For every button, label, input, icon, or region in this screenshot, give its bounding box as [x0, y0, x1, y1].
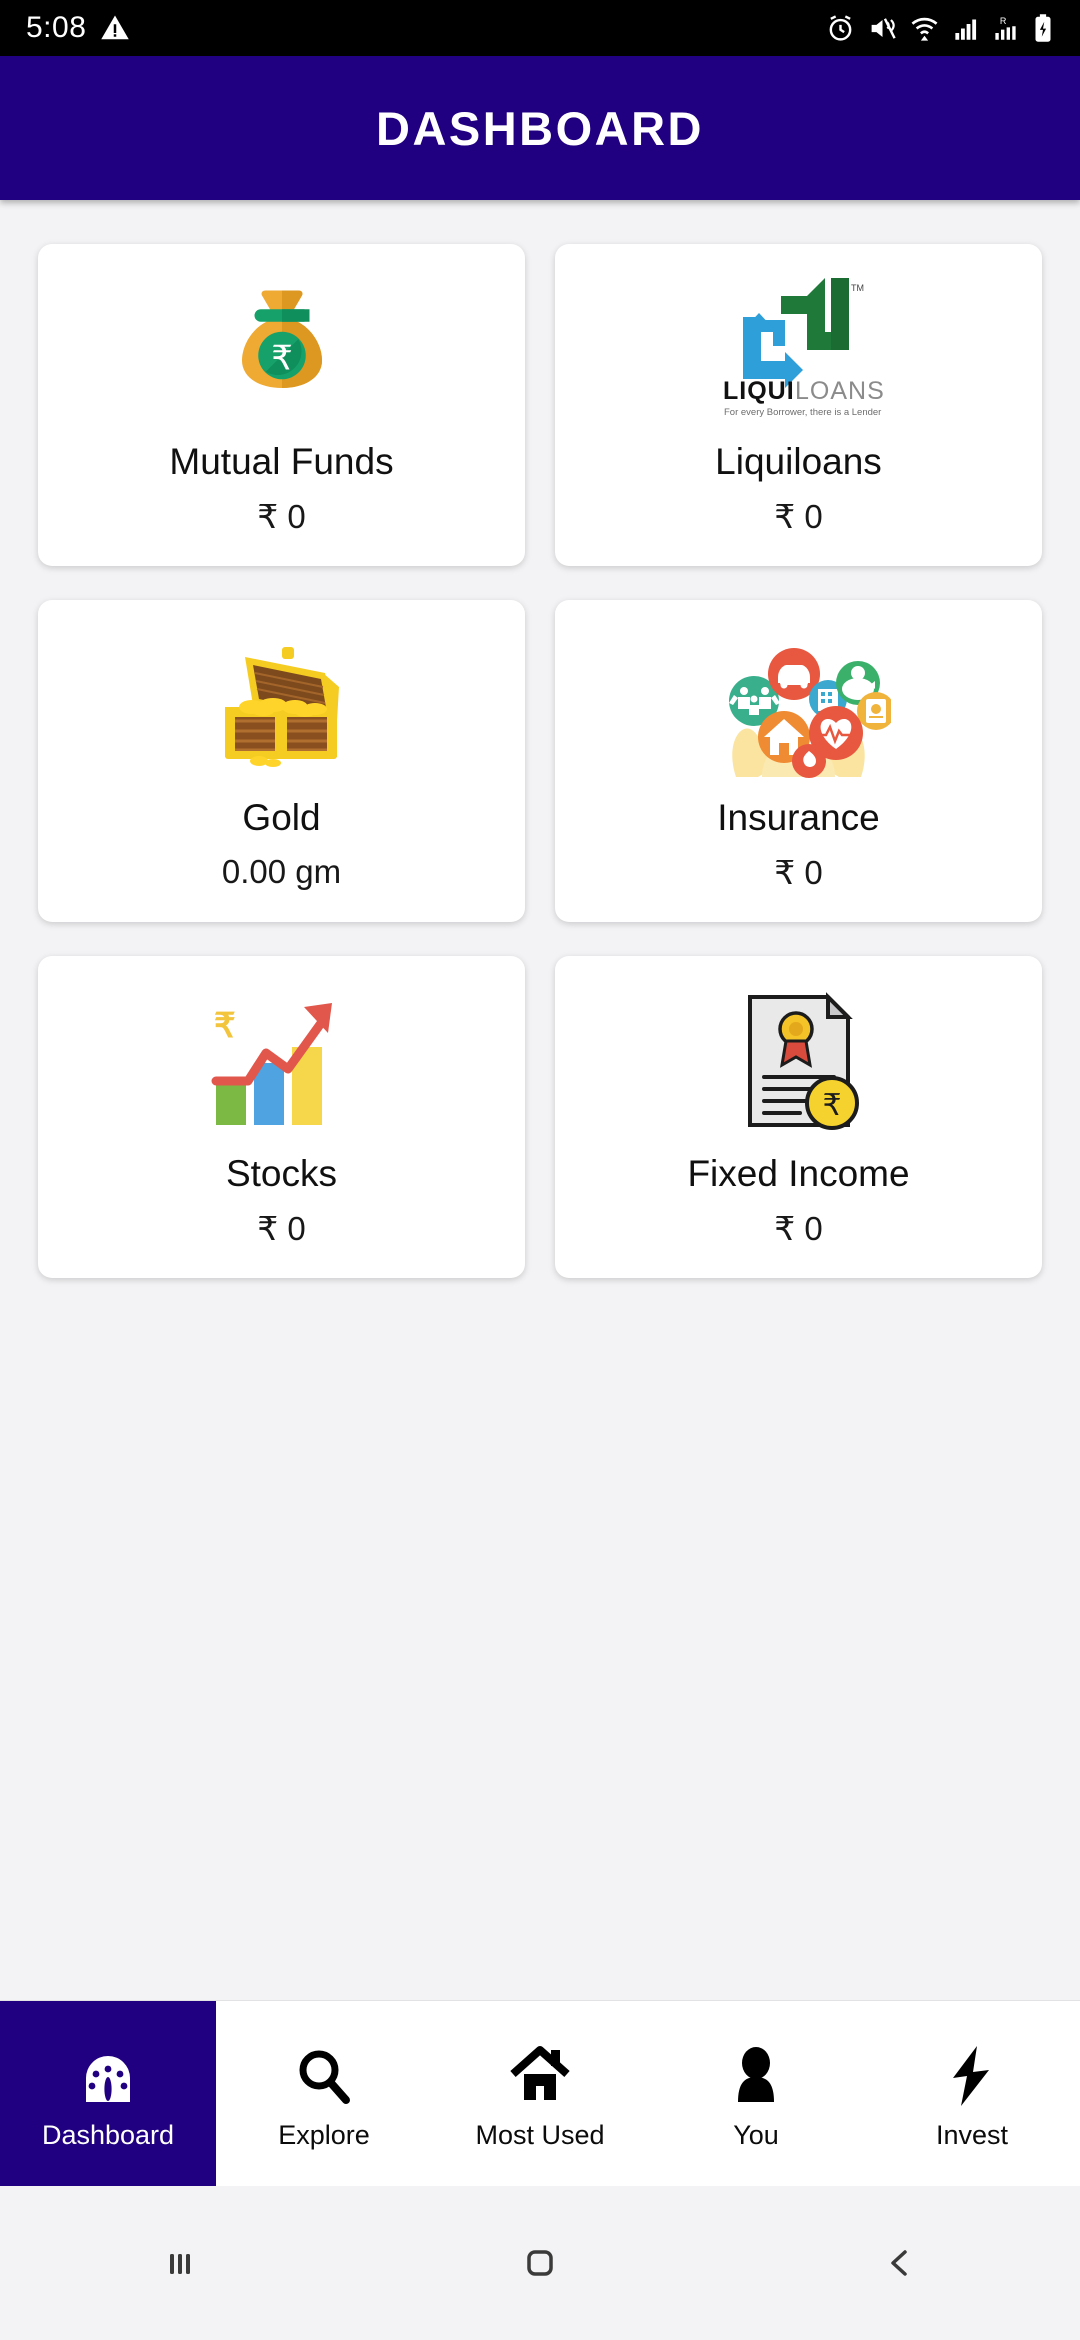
card-insurance[interactable]: Insurance ₹ 0 — [555, 600, 1042, 922]
svg-text:₹: ₹ — [271, 339, 292, 377]
svg-text:₹: ₹ — [822, 1089, 841, 1122]
nav-label: Invest — [935, 2120, 1009, 2150]
bottom-navigation: Dashboard Explore Most Used You Invest — [0, 2000, 1080, 2186]
certificate-rupee-icon: ₹ — [555, 980, 1042, 1140]
card-label: Insurance — [717, 797, 880, 838]
svg-text:₹: ₹ — [214, 1007, 236, 1045]
card-mutual-funds[interactable]: ₹ Mutual Funds ₹ 0 — [38, 244, 525, 566]
insurance-hands-icon — [555, 624, 1042, 784]
nav-item-dashboard[interactable]: Dashboard — [0, 2001, 216, 2186]
treasure-chest-icon — [38, 624, 525, 784]
card-value: ₹ 0 — [257, 497, 306, 535]
nav-item-invest[interactable]: Invest — [864, 2001, 1080, 2186]
svg-text:R: R — [1000, 16, 1007, 26]
logo-wordmark-bold: LIQUI — [723, 377, 795, 405]
nav-label: You — [733, 2120, 779, 2150]
card-fixed-income[interactable]: ₹ Fixed Income ₹ 0 — [555, 956, 1042, 1278]
card-label: Fixed Income — [687, 1153, 910, 1194]
nav-item-most-used[interactable]: Most Used — [432, 2001, 648, 2186]
speedometer-icon — [76, 2036, 140, 2108]
wifi-icon — [911, 17, 938, 41]
card-label: Liquiloans — [715, 441, 882, 482]
search-icon — [292, 2036, 356, 2108]
nav-label: Dashboard — [41, 2120, 175, 2150]
card-value: ₹ 0 — [257, 1209, 306, 1247]
home-square-icon[interactable] — [480, 2240, 600, 2286]
logo-tagline: For every Borrower, there is a Lender — [724, 407, 881, 418]
money-bag-icon: ₹ — [38, 268, 525, 428]
card-label: Mutual Funds — [169, 441, 394, 482]
person-icon — [724, 2036, 788, 2108]
logo-wordmark-light: LOANS — [795, 377, 885, 405]
status-bar: 5:08 R — [0, 0, 1080, 56]
status-bar-right: R — [826, 13, 1054, 43]
card-liquiloans[interactable]: TM LIQUI LOANS For every Borrower, there… — [555, 244, 1042, 566]
nav-item-you[interactable]: You — [648, 2001, 864, 2186]
app-header: DASHBOARD — [0, 56, 1080, 200]
status-bar-clock: 5:08 — [26, 11, 87, 44]
lightning-bolt-icon — [943, 2036, 1001, 2108]
card-value: ₹ 0 — [774, 1209, 823, 1247]
nav-label: Explore — [278, 2120, 370, 2150]
alarm-icon — [829, 14, 852, 41]
card-label: Stocks — [225, 1153, 338, 1194]
card-value: ₹ 0 — [774, 497, 823, 535]
card-label: Gold — [242, 797, 321, 838]
nav-item-explore[interactable]: Explore — [216, 2001, 432, 2186]
warning-triangle-icon — [101, 15, 130, 40]
page-title: DASHBOARD — [376, 101, 704, 155]
trademark-mark: TM — [851, 283, 864, 293]
card-value: 0.00 gm — [221, 852, 342, 890]
product-card-grid: ₹ Mutual Funds ₹ 0 TM LIQUI LOANS For ev… — [38, 244, 1042, 1278]
status-bar-left: 5:08 — [26, 11, 130, 45]
home-icon — [507, 2036, 573, 2108]
nav-label: Most Used — [475, 2120, 605, 2150]
card-gold[interactable]: Gold 0.00 gm — [38, 600, 525, 922]
dashboard-content: ₹ Mutual Funds ₹ 0 TM LIQUI LOANS For ev… — [0, 200, 1080, 2000]
battery-charging-icon — [1035, 14, 1051, 42]
card-stocks[interactable]: ₹ Stocks ₹ 0 — [38, 956, 525, 1278]
stocks-growth-chart-icon: ₹ — [38, 980, 525, 1140]
back-chevron-icon[interactable] — [840, 2240, 960, 2286]
card-value: ₹ 0 — [774, 853, 823, 891]
signal-bars-icon — [955, 19, 977, 40]
roaming-signal-icon: R — [995, 16, 1016, 40]
liquiloans-logo-icon: TM LIQUI LOANS For every Borrower, there… — [555, 268, 1042, 428]
android-system-navigation — [0, 2186, 1080, 2340]
recents-icon[interactable] — [120, 2240, 240, 2286]
volume-mute-icon — [871, 17, 896, 39]
